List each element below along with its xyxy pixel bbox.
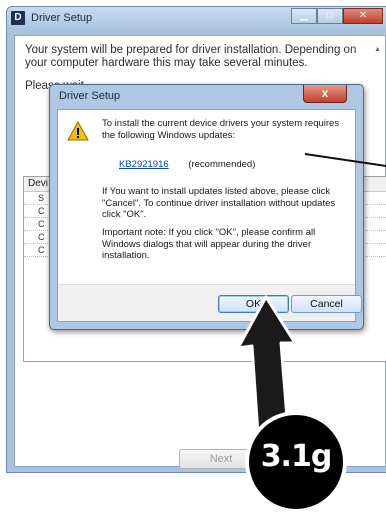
caption-buttons: ▁ □ ✕ <box>291 8 383 24</box>
preparation-message: Your system will be prepared for driver … <box>25 44 357 69</box>
update-recommended-label: (recommended) <box>188 159 256 170</box>
scroll-up-icon[interactable]: ▲ <box>374 46 381 53</box>
step-badge-fill: 3.1g <box>249 415 343 509</box>
dialog-title: Driver Setup <box>59 90 121 102</box>
maximize-button[interactable]: □ <box>317 8 343 24</box>
minimize-button[interactable]: ▁ <box>291 8 317 24</box>
app-icon: D <box>11 11 25 25</box>
dialog-important-note: Important note: If you click "OK", pleas… <box>102 227 316 261</box>
driver-setup-dialog: Driver Setup x To install the current de… <box>49 84 364 330</box>
dialog-intro-text: To install the current device drivers yo… <box>102 118 340 141</box>
cancel-button[interactable]: Cancel <box>291 295 362 313</box>
update-line: KB2921916 (recommended) <box>102 159 352 171</box>
window-title: Driver Setup <box>31 12 93 24</box>
dialog-body: To install the current device drivers yo… <box>57 109 362 322</box>
dialog-button-bar: OK Cancel <box>58 284 362 321</box>
window-titlebar[interactable]: D Driver Setup ▁ □ ✕ <box>7 7 386 31</box>
dialog-close-button[interactable]: x <box>303 85 347 103</box>
step-badge-label: 3.1g <box>260 439 333 474</box>
window-close-button[interactable]: ✕ <box>343 8 383 24</box>
kb-update-link[interactable]: KB2921916 <box>119 159 169 170</box>
warning-icon <box>67 121 89 141</box>
ok-button[interactable]: OK <box>218 295 289 313</box>
dialog-choice-text: If You want to install updates listed ab… <box>102 186 336 220</box>
step-badge: 3.1g <box>245 411 347 513</box>
